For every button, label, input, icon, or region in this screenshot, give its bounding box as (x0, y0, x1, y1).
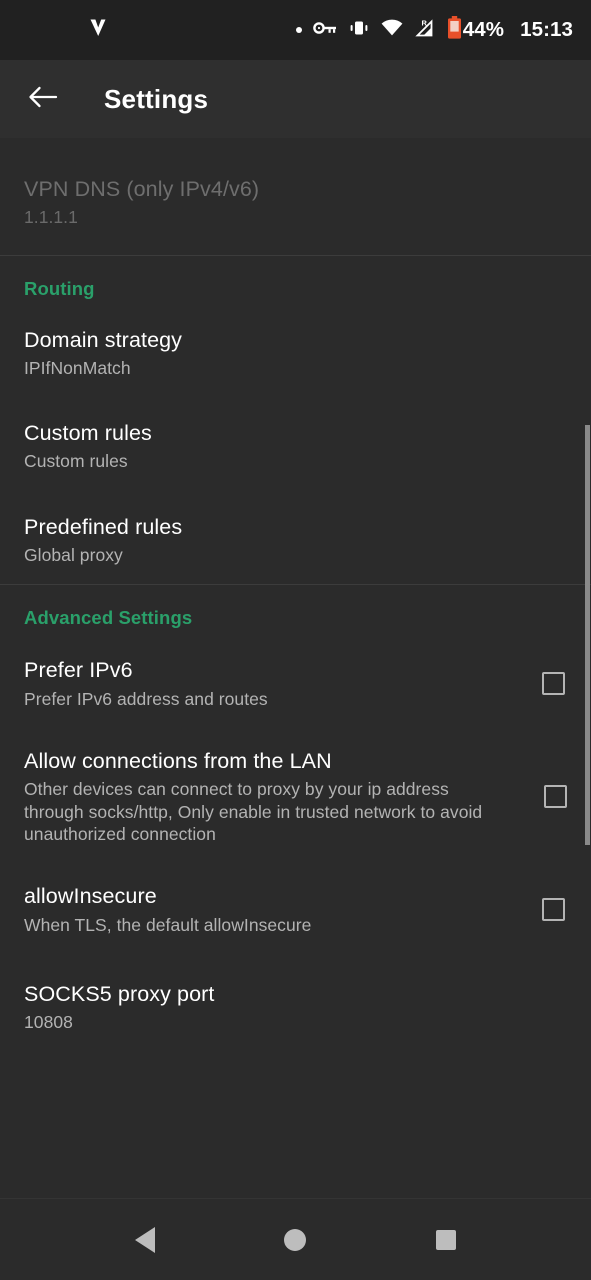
pref-texts: Predefined rules Global proxy (24, 514, 567, 567)
svg-text:R: R (421, 18, 427, 27)
pref-row-allow-lan[interactable]: Allow connections from the LAN Other dev… (0, 726, 591, 861)
phone-screen: R 44% 15:13 Settings VPN DNS (only IPv4/… (0, 0, 591, 1280)
clock-label: 15:13 (520, 17, 573, 41)
pref-title: SOCKS5 proxy port (24, 982, 215, 1007)
pref-summary: Global proxy (24, 545, 123, 566)
pref-title: Domain strategy (24, 327, 183, 352)
section-header-routing: Routing (24, 277, 95, 299)
pref-title: allowInsecure (24, 884, 157, 909)
pref-texts: Allow connections from the LAN Other dev… (24, 748, 504, 845)
battery-percent-label: 44% (462, 17, 505, 41)
pref-texts: Prefer IPv6 Prefer IPv6 address and rout… (24, 657, 512, 710)
cellular-roaming-icon: R (414, 18, 436, 43)
wifi-icon (381, 19, 403, 42)
checkbox-allow-lan[interactable] (544, 785, 567, 809)
pref-row-prefer-ipv6[interactable]: Prefer IPv6 Prefer IPv6 address and rout… (0, 633, 591, 726)
pref-texts: Custom rules Custom rules (24, 420, 567, 473)
back-button[interactable] (26, 82, 60, 116)
pref-summary: When TLS, the default allowInsecure (24, 914, 312, 935)
status-bar: R 44% 15:13 (0, 0, 591, 60)
app-toolbar: Settings (0, 60, 591, 138)
battery-status: 44% (447, 16, 504, 44)
pref-row-allow-insecure[interactable]: allowInsecure When TLS, the default allo… (0, 861, 591, 952)
pref-texts: VPN DNS (only IPv4/v6) 1.1.1.1 (24, 176, 567, 229)
pref-title: Prefer IPv6 (24, 658, 133, 683)
pref-summary: Prefer IPv6 address and routes (24, 688, 268, 709)
nav-back-icon (135, 1226, 156, 1253)
nav-recents-button[interactable] (418, 1212, 474, 1268)
settings-list[interactable]: VPN DNS (only IPv4/v6) 1.1.1.1 Routing D… (0, 138, 591, 1198)
pref-texts: SOCKS5 proxy port 10808 (24, 981, 567, 1034)
pref-summary: Custom rules (24, 451, 128, 472)
battery-low-icon (447, 16, 462, 44)
pref-texts: allowInsecure When TLS, the default allo… (24, 883, 512, 936)
checkbox-prefer-ipv6[interactable] (542, 672, 565, 696)
notification-dot-icon (295, 27, 302, 33)
pref-title: VPN DNS (only IPv4/v6) (24, 177, 260, 201)
pref-row-socks5-port[interactable]: SOCKS5 proxy port 10808 (0, 952, 591, 1050)
nav-home-icon (284, 1228, 307, 1251)
android-nav-bar (0, 1198, 591, 1280)
nav-home-button[interactable] (267, 1212, 323, 1268)
pref-title: Allow connections from the LAN (24, 749, 332, 774)
section-header-advanced-settings: Advanced Settings (24, 607, 193, 629)
pref-row-custom-rules[interactable]: Custom rules Custom rules (0, 395, 591, 489)
pref-summary: IPIfNonMatch (24, 357, 131, 378)
vibrate-icon (348, 19, 370, 42)
pref-summary: Other devices can connect to proxy by yo… (24, 779, 483, 845)
status-bar-right: R 44% 15:13 (295, 16, 573, 44)
pref-texts: Domain strategy IPIfNonMatch (24, 327, 567, 380)
back-arrow-icon (28, 84, 58, 115)
pref-title: Custom rules (24, 421, 152, 446)
pref-summary: 1.1.1.1 (24, 207, 78, 228)
checkbox-allow-insecure[interactable] (542, 898, 565, 922)
pref-summary: 10808 (24, 1012, 73, 1033)
pref-row-vpn-dns: VPN DNS (only IPv4/v6) 1.1.1.1 (0, 138, 591, 255)
v2ray-v-icon (88, 17, 108, 44)
pref-title: Predefined rules (24, 514, 183, 539)
status-bar-left (0, 17, 165, 44)
nav-recents-icon (435, 1229, 456, 1250)
vpn-key-icon (312, 20, 337, 41)
nav-back-button[interactable] (117, 1212, 173, 1268)
page-title: Settings (104, 83, 209, 114)
pref-row-domain-strategy[interactable]: Domain strategy IPIfNonMatch (0, 304, 591, 396)
pref-row-predefined-rules[interactable]: Predefined rules Global proxy (0, 489, 591, 585)
